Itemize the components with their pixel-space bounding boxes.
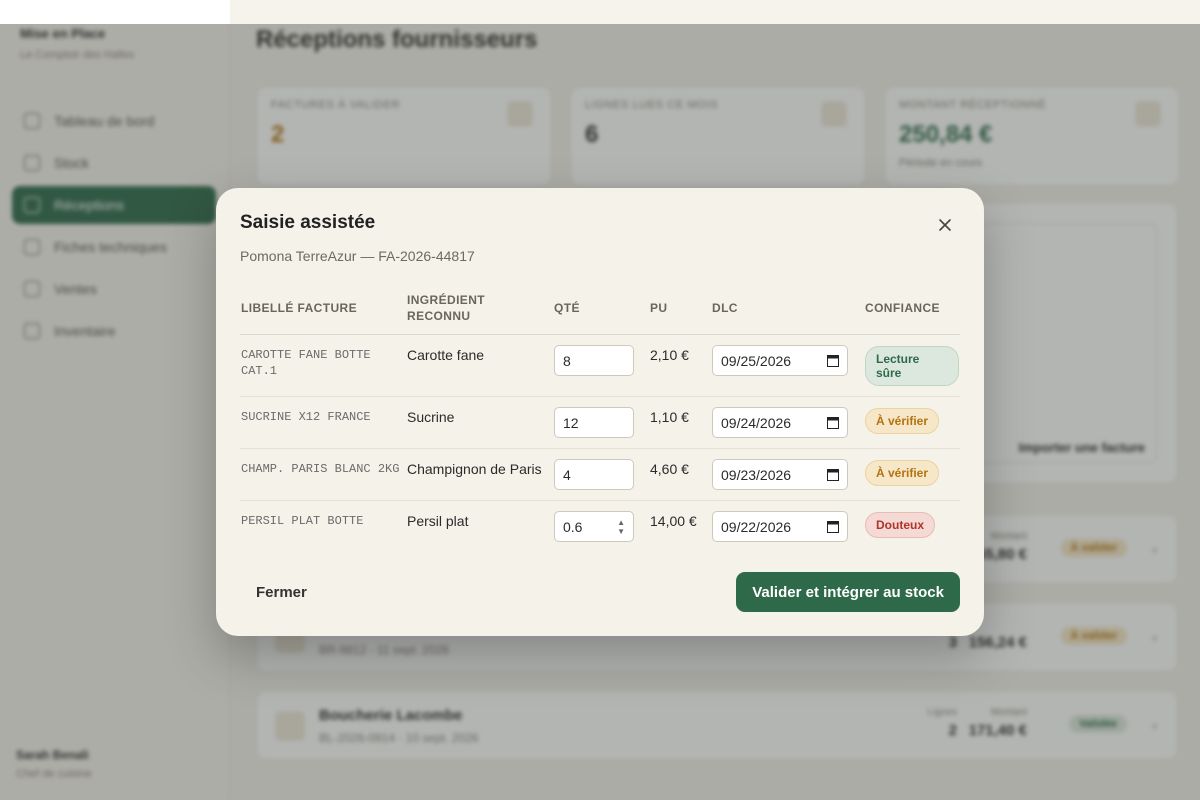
unit-price: 2,10 € xyxy=(649,334,711,397)
raw-label: SUCRINE X12 FRANCE xyxy=(241,410,371,424)
raw-label: CHAMP. PARIS BLANC 2KG xyxy=(241,462,400,476)
unit-price: 14,00 € xyxy=(650,513,697,529)
close-icon xyxy=(939,219,951,231)
ingredient-name: Persil plat xyxy=(407,513,469,529)
quantity-input[interactable]: 12 xyxy=(554,407,634,438)
dlc-date-input[interactable]: 09/25/2026 xyxy=(712,345,848,376)
dlc-date-input[interactable]: 09/23/2026 xyxy=(712,459,848,490)
modal-subtitle: Pomona TerreAzur — FA-2026-44817 xyxy=(240,248,475,264)
unit-price: 4,60 € xyxy=(649,448,711,501)
quantity-value: 12 xyxy=(563,414,579,431)
calendar-icon[interactable] xyxy=(827,416,839,429)
quantity-value: 0.6 xyxy=(563,518,583,535)
table-row: CHAMP. PARIS BLANC 2KG Champignon de Par… xyxy=(240,448,960,501)
confidence-badge: À vérifier xyxy=(865,460,940,486)
raw-label: PERSIL PLAT BOTTE xyxy=(241,514,364,528)
calendar-icon[interactable] xyxy=(827,520,839,533)
dlc-date-input[interactable]: 09/22/2026 xyxy=(712,511,848,542)
sidebar-top-strip xyxy=(0,0,230,24)
modal-title: Saisie assistée xyxy=(240,212,376,233)
ingredient-name: Sucrine xyxy=(406,396,553,449)
table-row: PERSIL PLAT BOTTE Persil plat 0.6 ▲ ▼ 14,0… xyxy=(240,501,960,553)
close-modal-button[interactable]: Fermer xyxy=(240,574,323,611)
confidence-badge: Douteux xyxy=(865,512,935,538)
dlc-date-input[interactable]: 09/24/2026 xyxy=(712,407,848,438)
calendar-icon[interactable] xyxy=(827,354,839,367)
modal-footer: Fermer Valider et intégrer au stock xyxy=(240,572,960,612)
column-header-unit-price: PU xyxy=(649,284,711,335)
column-header-ingredient: Ingrédient reconnu xyxy=(406,284,553,335)
column-header-dlc: DLC xyxy=(711,284,864,335)
confidence-badge: Lecture sûre xyxy=(865,346,959,386)
dlc-value: 09/24/2026 xyxy=(721,414,792,431)
column-header-raw-label: Libellé facture xyxy=(240,284,406,335)
quantity-input[interactable]: 8 xyxy=(554,345,634,376)
dlc-value: 09/25/2026 xyxy=(721,352,792,369)
table-row: SUCRINE X12 FRANCE Sucrine 12 1,10 € 09/… xyxy=(240,396,960,449)
quantity-value: 4 xyxy=(563,466,571,483)
invoice-lines-table: Libellé facture Ingrédient reconnu Qté P… xyxy=(240,284,960,552)
ingredient-name: Carotte fane xyxy=(406,334,553,397)
close-button[interactable] xyxy=(936,216,954,234)
unit-price: 1,10 € xyxy=(649,396,711,449)
calendar-icon[interactable] xyxy=(827,468,839,481)
confidence-badge: À vérifier xyxy=(865,408,940,434)
quantity-input[interactable]: 0.6 ▲ ▼ xyxy=(554,511,634,542)
dlc-value: 09/22/2026 xyxy=(721,518,792,535)
dlc-value: 09/23/2026 xyxy=(721,466,792,483)
quantity-value: 8 xyxy=(563,352,571,369)
stepper-arrows-icon[interactable]: ▲ ▼ xyxy=(617,518,625,536)
quantity-input[interactable]: 4 xyxy=(554,459,634,490)
table-row: CAROTTE FANE BOTTE CAT.1 Carotte fane 8 … xyxy=(240,334,960,397)
table-header-row: Libellé facture Ingrédient reconnu Qté P… xyxy=(240,284,960,335)
ingredient-name: Champignon de Paris xyxy=(406,448,553,501)
column-header-qty: Qté xyxy=(553,284,649,335)
raw-label: CAROTTE FANE BOTTE CAT.1 xyxy=(241,348,371,378)
assisted-entry-modal: Saisie assistée Pomona TerreAzur — FA-20… xyxy=(216,188,984,636)
validate-stock-button[interactable]: Valider et intégrer au stock xyxy=(736,572,960,612)
column-header-confidence: Confiance xyxy=(864,284,960,335)
main-top-strip xyxy=(230,0,1200,24)
